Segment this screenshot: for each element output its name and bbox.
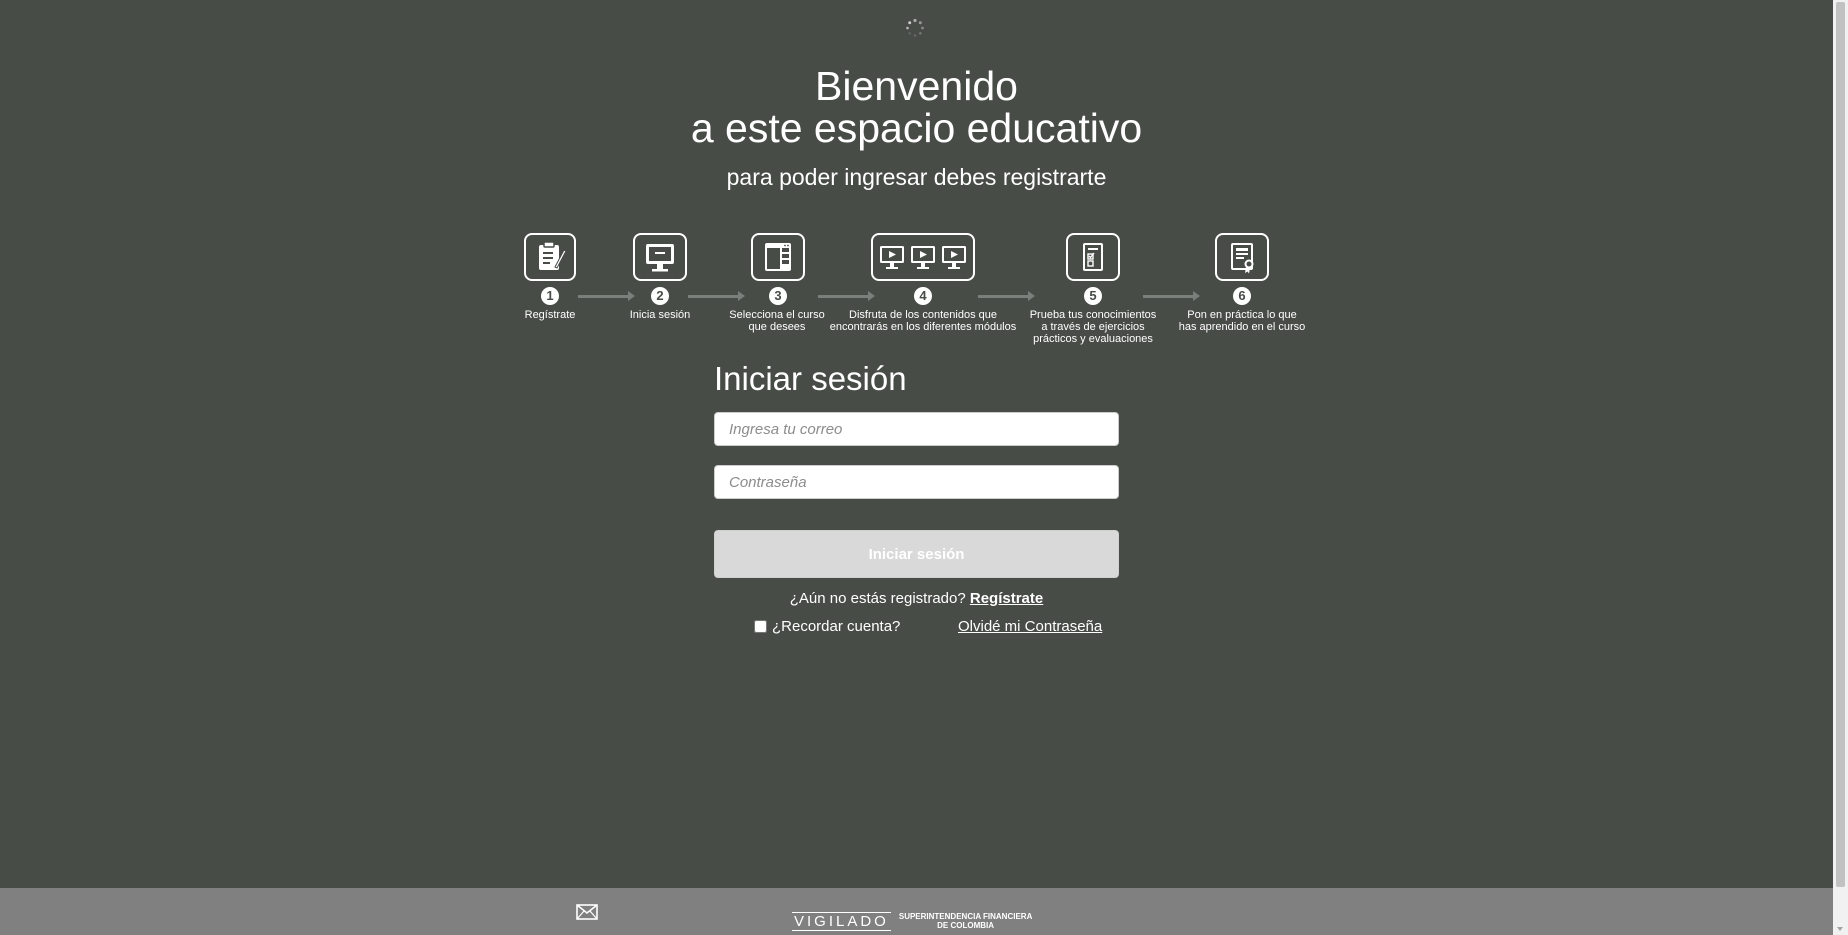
step-label: Pon en práctica lo que has aprendido en … xyxy=(1178,309,1306,333)
login-title: Iniciar sesión xyxy=(714,360,907,397)
step-arrow xyxy=(1143,295,1193,298)
scroll-down-arrow-icon[interactable] xyxy=(1837,927,1843,931)
monitor-icon xyxy=(633,233,687,281)
video-monitors-icon xyxy=(871,233,975,281)
step-number: 2 xyxy=(651,287,669,305)
vigilado-text: VIGILADO xyxy=(792,912,891,931)
envelope-icon[interactable] xyxy=(576,904,598,920)
welcome-subtitle: para poder ingresar debes registrarte xyxy=(726,164,1107,190)
step-number: 4 xyxy=(914,287,932,305)
login-page: Bienvenido a este espacio educativo para… xyxy=(0,0,1848,935)
step-arrow xyxy=(978,295,1028,298)
arrow-head-icon xyxy=(1193,291,1200,301)
step-number: 5 xyxy=(1084,287,1102,305)
arrow-head-icon xyxy=(628,291,635,301)
register-prompt: ¿Aún no estás registrado? Regístrate xyxy=(714,590,1119,607)
vigilado-logo: VIGILADO SUPERINTENDENCIA FINANCIERA DE … xyxy=(792,912,1032,931)
welcome-header: Bienvenido a este espacio educativo para… xyxy=(0,64,1833,191)
arrow-head-icon xyxy=(738,291,745,301)
step-arrow xyxy=(818,295,868,298)
login-button[interactable]: Iniciar sesión xyxy=(714,530,1119,578)
remember-account[interactable]: ¿Recordar cuenta? xyxy=(754,618,900,635)
arrow-head-icon xyxy=(868,291,875,301)
step-arrow xyxy=(688,295,738,298)
quiz-sheet-icon xyxy=(1066,233,1120,281)
welcome-title-line2: a este espacio educativo xyxy=(690,105,1143,151)
certificate-icon xyxy=(1215,233,1269,281)
footer: VIGILADO SUPERINTENDENCIA FINANCIERA DE … xyxy=(0,888,1833,935)
step-arrow xyxy=(578,295,628,298)
arrow-head-icon xyxy=(1028,291,1035,301)
register-link[interactable]: Regístrate xyxy=(970,590,1043,607)
clipboard-pen-icon xyxy=(524,233,576,281)
remember-row: ¿Recordar cuenta? Olvidé mi Contraseña xyxy=(714,618,1119,642)
remember-checkbox[interactable] xyxy=(754,620,767,633)
password-input[interactable] xyxy=(714,465,1119,499)
step-number: 3 xyxy=(769,287,787,305)
forgot-password-link[interactable]: Olvidé mi Contraseña xyxy=(958,618,1102,635)
course-layout-icon xyxy=(751,233,805,281)
loading-spinner-icon xyxy=(906,18,924,37)
register-prompt-text: ¿Aún no estás registrado? xyxy=(789,590,966,607)
welcome-title: Bienvenido xyxy=(815,63,1018,109)
login-form: Iniciar sesión Iniciar sesión ¿Aún no es… xyxy=(714,358,1119,642)
step-number: 6 xyxy=(1233,287,1251,305)
step-number: 1 xyxy=(541,287,559,305)
page-scrollbar[interactable] xyxy=(1833,0,1848,935)
step-label: Disfruta de los contenidos que encontrar… xyxy=(829,309,1017,333)
email-input[interactable] xyxy=(714,412,1119,446)
vigilado-entity: SUPERINTENDENCIA FINANCIERA DE COLOMBIA xyxy=(898,912,1033,930)
remember-label: ¿Recordar cuenta? xyxy=(772,618,901,635)
scrollbar-thumb[interactable] xyxy=(1836,2,1845,887)
